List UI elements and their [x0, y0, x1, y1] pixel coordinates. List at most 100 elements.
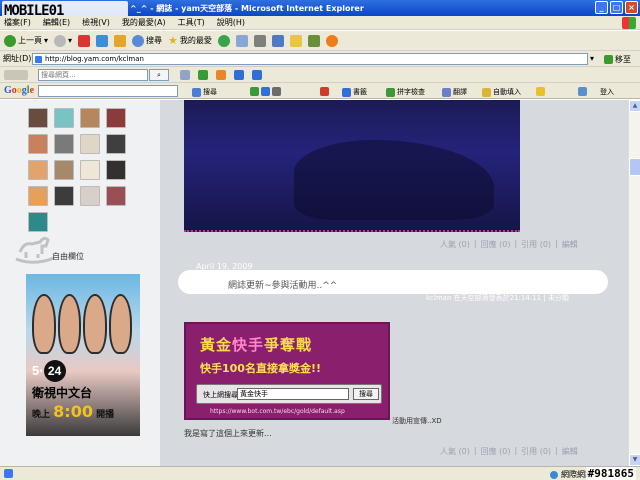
google-search-button[interactable]: 搜尋: [192, 87, 217, 97]
scroll-up-button[interactable]: ▲: [629, 100, 640, 112]
mail-icon[interactable]: [180, 70, 190, 80]
edit-link[interactable]: 編輯: [562, 239, 578, 250]
avatar[interactable]: [28, 134, 48, 154]
refresh-icon[interactable]: [96, 34, 109, 47]
print-icon[interactable]: [253, 34, 266, 47]
avatar[interactable]: [28, 212, 48, 232]
back-label: 上一頁: [18, 36, 42, 45]
go-label: 移至: [615, 55, 631, 64]
tv-ad-banner[interactable]: 5· 24 衛視中文台 晚上 8:00 開播: [26, 274, 140, 436]
search-icon: [192, 87, 201, 97]
edit-link[interactable]: 編輯: [562, 446, 578, 457]
menu-favorites[interactable]: 我的最愛(A): [122, 17, 166, 28]
comments-link[interactable]: 回應 (0): [481, 239, 511, 250]
mail-icon[interactable]: [235, 34, 248, 47]
favorites-label: 我的最愛: [179, 36, 212, 45]
bookmarks-label: 書籤: [353, 88, 367, 96]
google-search-input[interactable]: [38, 85, 178, 97]
autofill-button[interactable]: 自動填入: [482, 87, 521, 97]
search-button[interactable]: 搜尋: [132, 34, 163, 47]
news-icon[interactable]: [261, 87, 270, 96]
avatar[interactable]: [54, 186, 74, 206]
post1-meta-links: 人氣 (0) | 回應 (0) | 引用 (0) | 編輯: [440, 239, 578, 250]
avatar[interactable]: [80, 160, 100, 180]
login-button[interactable]: 登入: [600, 87, 614, 97]
ad-headline-part-c: 爭奪戰: [264, 336, 313, 354]
avatar[interactable]: [80, 108, 100, 128]
popularity-link[interactable]: 人氣 (0): [440, 446, 470, 457]
favorites-button[interactable]: ★ 我的最愛: [168, 34, 212, 47]
close-button[interactable]: ×: [625, 1, 638, 14]
avatar[interactable]: [28, 186, 48, 206]
menu-edit[interactable]: 編輯(E): [43, 17, 70, 28]
search-icon: [132, 34, 145, 47]
star-icon: ★: [168, 34, 178, 47]
scroll-thumb[interactable]: [629, 158, 640, 176]
popularity-link[interactable]: 人氣 (0): [440, 239, 470, 250]
popup-blocker-button[interactable]: [320, 87, 329, 96]
avatar[interactable]: [106, 134, 126, 154]
avatar[interactable]: [28, 160, 48, 180]
scroll-down-button[interactable]: ▼: [629, 454, 640, 466]
forward-button[interactable]: ▾: [54, 34, 72, 47]
translate-button[interactable]: 翻譯: [442, 87, 467, 97]
trackback-link[interactable]: 引用 (0): [521, 446, 551, 457]
avatar[interactable]: [106, 160, 126, 180]
avatar[interactable]: [106, 108, 126, 128]
ad-search-input[interactable]: 黃金快手: [237, 388, 349, 400]
gold-campaign-ad[interactable]: 黃金快手爭奪戰 快手100名直接拿獎金!! 快上網搜尋 黃金快手 搜尋 http…: [184, 322, 390, 420]
edit-icon[interactable]: [271, 34, 284, 47]
spellcheck-button[interactable]: 拼字檢查: [386, 87, 425, 97]
minimize-button[interactable]: _: [595, 1, 608, 14]
menu-file[interactable]: 檔案(F): [4, 17, 31, 28]
globe-icon: [550, 470, 558, 479]
ad-search-button[interactable]: 搜尋: [353, 388, 379, 400]
menu-tools[interactable]: 工具(T): [178, 17, 205, 28]
post-title[interactable]: 網誌更新~參與活動用..^^: [228, 278, 337, 291]
plus-icon[interactable]: [250, 87, 259, 96]
address-label: 網址(D): [3, 54, 32, 63]
settings-button[interactable]: [578, 87, 587, 96]
address-dropdown-icon[interactable]: ▾: [590, 54, 594, 63]
rocking-horse-icon: [15, 236, 55, 264]
go-button[interactable]: 移至: [604, 54, 631, 65]
avatar[interactable]: [80, 186, 100, 206]
menu-view[interactable]: 檢視(V): [82, 17, 110, 28]
vertical-scrollbar[interactable]: ▲ ▼: [628, 100, 640, 466]
web-search-input[interactable]: 搜尋網頁...: [38, 69, 148, 81]
home-icon[interactable]: [114, 34, 127, 47]
maximize-button[interactable]: □: [610, 1, 623, 14]
help-icon[interactable]: [252, 70, 262, 80]
messenger-icon[interactable]: [289, 34, 302, 47]
avatar[interactable]: [80, 134, 100, 154]
add-icon[interactable]: [198, 70, 208, 80]
chevron-down-icon: ▾: [44, 36, 49, 45]
web-search-button[interactable]: ⌕: [149, 69, 169, 81]
avatar[interactable]: [54, 134, 74, 154]
pencil-button[interactable]: [536, 87, 545, 96]
history-icon[interactable]: [217, 34, 230, 47]
toolbar-extra-icon[interactable]: [325, 34, 338, 47]
avatar[interactable]: [28, 108, 48, 128]
ad-time-value: 8:00: [53, 402, 93, 421]
back-button[interactable]: 上一頁 ▾: [4, 34, 49, 47]
avatar[interactable]: [106, 186, 126, 206]
research-icon[interactable]: [307, 34, 320, 47]
page-icon[interactable]: [272, 87, 281, 96]
friend-avatars: [28, 108, 126, 232]
spellcheck-label: 拼字檢查: [397, 88, 425, 96]
globe-icon[interactable]: [234, 70, 244, 80]
heart-icon[interactable]: [216, 70, 226, 80]
avatar[interactable]: [54, 108, 74, 128]
address-input[interactable]: http://blog.yam.com/kclman: [32, 53, 588, 65]
comments-link[interactable]: 回應 (0): [481, 446, 511, 457]
stop-icon[interactable]: [78, 34, 91, 47]
watermark-id: #981865: [585, 467, 636, 480]
bookmarks-button[interactable]: 書籤: [342, 87, 367, 97]
trackback-link[interactable]: 引用 (0): [521, 239, 551, 250]
window-controls: _ □ ×: [595, 1, 638, 14]
search-label: 搜尋: [146, 36, 163, 45]
go-arrow-icon: [604, 55, 613, 64]
avatar[interactable]: [54, 160, 74, 180]
menu-help[interactable]: 說明(H): [217, 17, 245, 28]
